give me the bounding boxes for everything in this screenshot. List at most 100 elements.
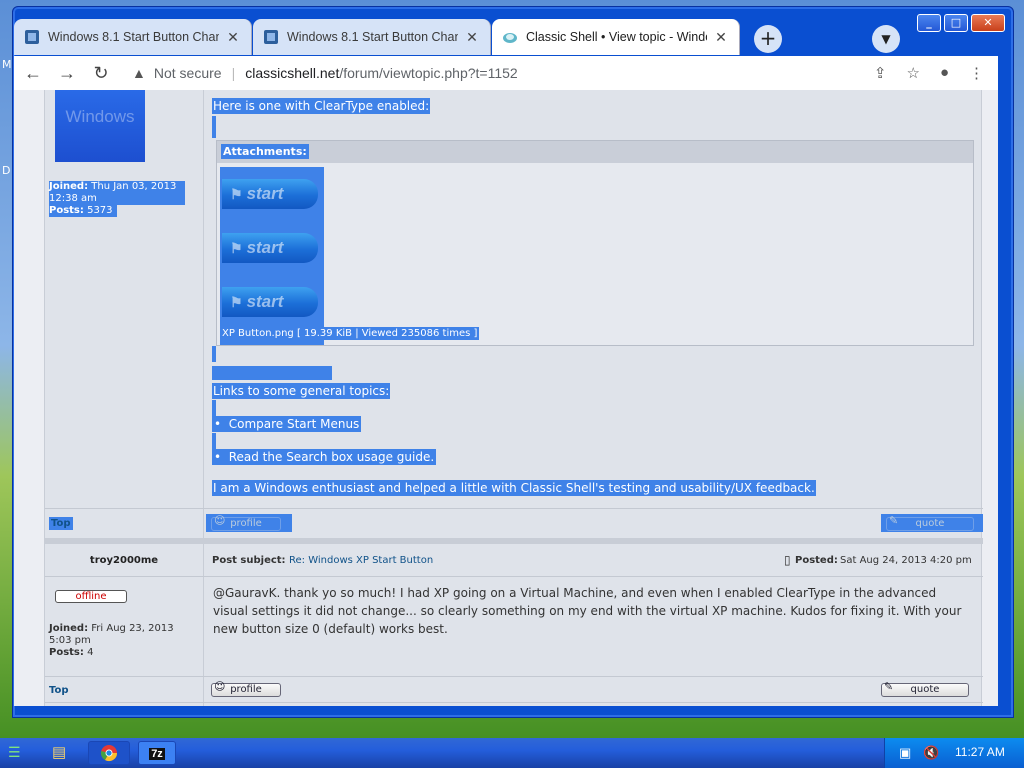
attachments-title: Attachments: xyxy=(221,144,309,159)
attachments-box: Attachments: ⚑ start ⚑ start ⚑ start XP But… xyxy=(216,140,974,346)
tab-title: Classic Shell • View topic - Windows xyxy=(526,30,707,44)
start-label: start xyxy=(246,292,284,311)
attachment-caption[interactable]: XP Button.png [ 19.39 KiB | Viewed 23508… xyxy=(220,327,480,340)
network-icon[interactable]: ▣ xyxy=(899,745,911,761)
browser-toolbar: ← → ↻ ▲ Not secure | classicshell.net/fo… xyxy=(14,56,998,90)
windows-flag-icon: ⚑ xyxy=(230,186,243,202)
share-icon[interactable]: ⇪ xyxy=(874,64,887,82)
posted-date: Sat Aug 24, 2013 4:20 pm xyxy=(840,555,972,566)
new-tab-button[interactable]: + xyxy=(754,25,782,53)
row-divider xyxy=(45,702,983,703)
url-host: classicshell.net xyxy=(245,65,340,81)
windows-flag-icon: ⚑ xyxy=(230,240,243,256)
selection-gap xyxy=(212,366,332,380)
speech-bubble-icon: ✎ xyxy=(889,514,899,527)
attachment-image[interactable]: ⚑ start ⚑ start ⚑ start xyxy=(220,167,324,345)
joined-label: Joined: xyxy=(49,623,89,634)
xp-start-button-preview: ⚑ start xyxy=(222,179,318,209)
taskbar: ☰ ▤ 7z ▣ 🔇 11:27 AM xyxy=(0,738,1024,768)
link-compare-start-menus[interactable]: • Compare Start Menus xyxy=(212,416,362,432)
tab-title: Windows 8.1 Start Button Change xyxy=(48,30,219,44)
selection-gap xyxy=(212,400,216,416)
tab-strip: Windows 8.1 Start Button Change ✕ Window… xyxy=(14,12,998,56)
start-menu-icon[interactable]: ☰ xyxy=(8,744,21,761)
post-body: @GauravK. thank yo so much! I had XP goi… xyxy=(213,586,962,636)
post-icon: ▯ xyxy=(784,553,791,567)
selection-gap xyxy=(212,116,216,138)
post-author[interactable]: troy2000me xyxy=(45,546,203,576)
windows-flag-icon: ⚑ xyxy=(230,294,243,310)
quote-label: quote xyxy=(915,518,945,529)
subject-link[interactable]: Re: Windows XP Start Button xyxy=(289,555,433,566)
column-divider xyxy=(203,90,204,706)
tab-windows81-1[interactable]: Windows 8.1 Start Button Change ✕ xyxy=(14,19,252,55)
posts-value: 4 xyxy=(87,647,94,658)
volume-muted-icon[interactable]: 🔇 xyxy=(923,745,939,761)
row-divider xyxy=(45,576,983,577)
7zip-icon: 7z xyxy=(149,748,165,760)
row-divider xyxy=(45,676,983,677)
top-link[interactable]: Top xyxy=(49,517,73,530)
forward-arrow-icon[interactable]: → xyxy=(52,63,82,84)
start-label: start xyxy=(246,184,284,203)
taskbar-chrome-button[interactable] xyxy=(88,741,130,765)
tab-close-icon[interactable]: ✕ xyxy=(225,29,241,46)
link-label: Compare Start Menus xyxy=(228,417,360,431)
attachments-header: Attachments: xyxy=(217,141,973,163)
profile-avatar-icon[interactable]: ● xyxy=(940,64,949,82)
tab-title: Windows 8.1 Start Button Change xyxy=(287,30,458,44)
explorer-folder-icon[interactable]: ▤ xyxy=(52,743,66,761)
selection-gap xyxy=(212,346,216,362)
security-label: Not secure xyxy=(153,65,222,81)
tab-windows81-2[interactable]: Windows 8.1 Start Button Change ✕ xyxy=(253,19,491,55)
classic-shell-shell-icon xyxy=(503,33,517,43)
forum-topic: Windows Joined: Thu Jan 03, 2013 12:38 a… xyxy=(44,90,983,706)
address-divider: | xyxy=(231,65,236,81)
user-icon: ☺ xyxy=(214,514,226,527)
xp-start-button-preview: ⚑ start xyxy=(222,287,318,317)
user-icon: ☺ xyxy=(214,680,226,693)
system-tray: ▣ 🔇 11:27 AM xyxy=(884,738,1024,768)
posted-label: Posted: xyxy=(795,555,838,566)
post-header: Post subject: Re: Windows XP Start Butto… xyxy=(204,546,983,576)
link-label: Read the Search box usage guide. xyxy=(228,450,435,464)
start-label: start xyxy=(246,238,284,257)
user-joined: Joined: Thu Jan 03, 2013 12:38 am xyxy=(49,181,185,205)
user-avatar: Windows xyxy=(55,90,145,162)
taskbar-7zip-button[interactable]: 7z xyxy=(138,741,176,765)
posts-label: Posts: xyxy=(49,205,84,216)
top-link[interactable]: Top xyxy=(49,685,69,696)
tab-close-icon[interactable]: ✕ xyxy=(464,29,480,46)
menu-dots-icon[interactable]: ⋮ xyxy=(969,64,984,82)
tab-search-chevron-icon[interactable]: ▼ xyxy=(872,25,900,53)
profile-button[interactable]: ☺ profile xyxy=(211,514,281,531)
profile-label: profile xyxy=(230,684,262,695)
chrome-icon xyxy=(100,745,118,762)
subject-label: Post subject: xyxy=(212,555,286,566)
xp-start-button-preview: ⚑ start xyxy=(222,233,318,263)
posts-label: Posts: xyxy=(49,647,84,658)
tab-close-icon[interactable]: ✕ xyxy=(713,29,729,46)
back-arrow-icon[interactable]: ← xyxy=(18,63,48,84)
desktop-icon-label: D xyxy=(2,164,11,177)
reload-icon[interactable]: ↻ xyxy=(86,63,116,84)
profile-button[interactable]: ☺ profile xyxy=(211,680,281,697)
clock[interactable]: 11:27 AM xyxy=(955,745,1005,759)
site-favicon-icon xyxy=(264,30,278,44)
post-separator xyxy=(45,538,983,544)
address-bar[interactable]: ▲ Not secure | classicshell.net/forum/vi… xyxy=(132,65,874,81)
quote-label: quote xyxy=(910,684,940,695)
quote-button[interactable]: ✎ quote xyxy=(881,680,969,697)
offline-status-badge: offline xyxy=(55,590,127,603)
user-joined: Joined: Fri Aug 23, 2013 5:03 pm xyxy=(49,623,189,647)
cleartype-line: Here is one with ClearType enabled: xyxy=(212,98,431,114)
speech-bubble-icon: ✎ xyxy=(884,680,894,693)
desktop-icon-label: M xyxy=(2,58,12,71)
tab-classic-shell[interactable]: Classic Shell • View topic - Windows ✕ xyxy=(492,19,740,55)
page-content: Windows Joined: Thu Jan 03, 2013 12:38 a… xyxy=(14,90,998,706)
profile-label: profile xyxy=(230,518,262,529)
link-search-box-guide[interactable]: • Read the Search box usage guide. xyxy=(212,449,437,465)
bookmark-star-icon[interactable]: ☆ xyxy=(906,64,919,82)
quote-button[interactable]: ✎ quote xyxy=(886,514,974,531)
joined-label: Joined: xyxy=(49,181,89,192)
